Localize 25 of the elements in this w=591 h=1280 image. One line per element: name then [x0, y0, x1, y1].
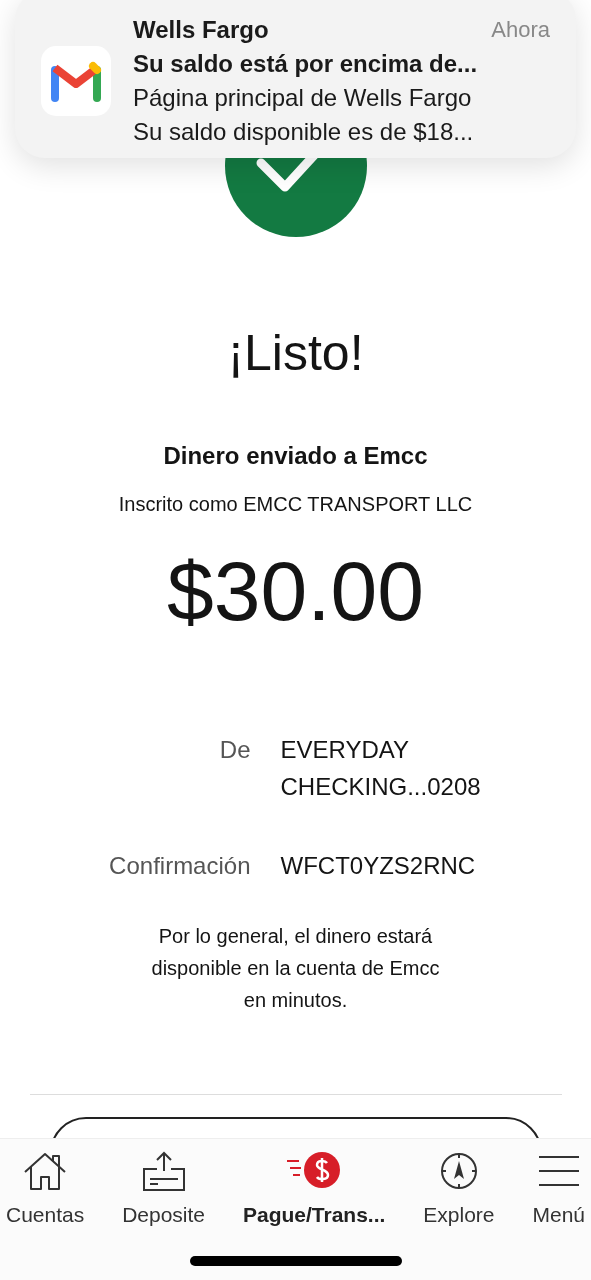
tab[interactable]: Explore: [423, 1147, 495, 1280]
detail-label: Confirmación: [109, 851, 251, 881]
tab[interactable]: Deposite: [122, 1147, 206, 1280]
info-text: Por lo general, el dinero estará disponible en la cuenta de Emcc en minutos.: [150, 924, 441, 1013]
tab[interactable]: Menú: [532, 1147, 585, 1280]
recipient-heading: Dinero enviado a Emcc: [163, 441, 428, 471]
checkmark-icon: [224, 158, 367, 237]
success-title: ¡Listo!: [227, 324, 364, 383]
registered-name: Inscrito como EMCC TRANSPORT LLC: [118, 492, 473, 517]
notification-app: Wells Fargo: [133, 15, 269, 45]
house-icon: [23, 1151, 68, 1191]
deposit-icon: [141, 1151, 186, 1191]
notification-subject: Su saldo está por encima de...: [133, 49, 479, 79]
notification-text: Su saldo disponible es de $18...: [133, 117, 475, 147]
notification-time: Ahora: [491, 16, 550, 44]
detail-value: WFCT0YZS2RNC: [280, 851, 477, 881]
notification-card[interactable]: Wells Fargo Ahora Su saldo está por encima de... Página principal de Wells Fargo Su saldo disponible es de $18...: [15, 0, 576, 158]
tab[interactable]: Pague/Trans...: [243, 1147, 386, 1280]
amount: $30.00: [167, 543, 424, 640]
notification-text: Página principal de Wells Fargo: [133, 83, 473, 113]
detail-label: De: [219, 735, 251, 765]
tab[interactable]: Cuentas: [6, 1147, 85, 1280]
dollar-coin-icon: [287, 1151, 342, 1191]
mail-app-icon: [41, 46, 111, 116]
detail-value: EVERYDAY CHECKING...0208: [280, 735, 482, 802]
